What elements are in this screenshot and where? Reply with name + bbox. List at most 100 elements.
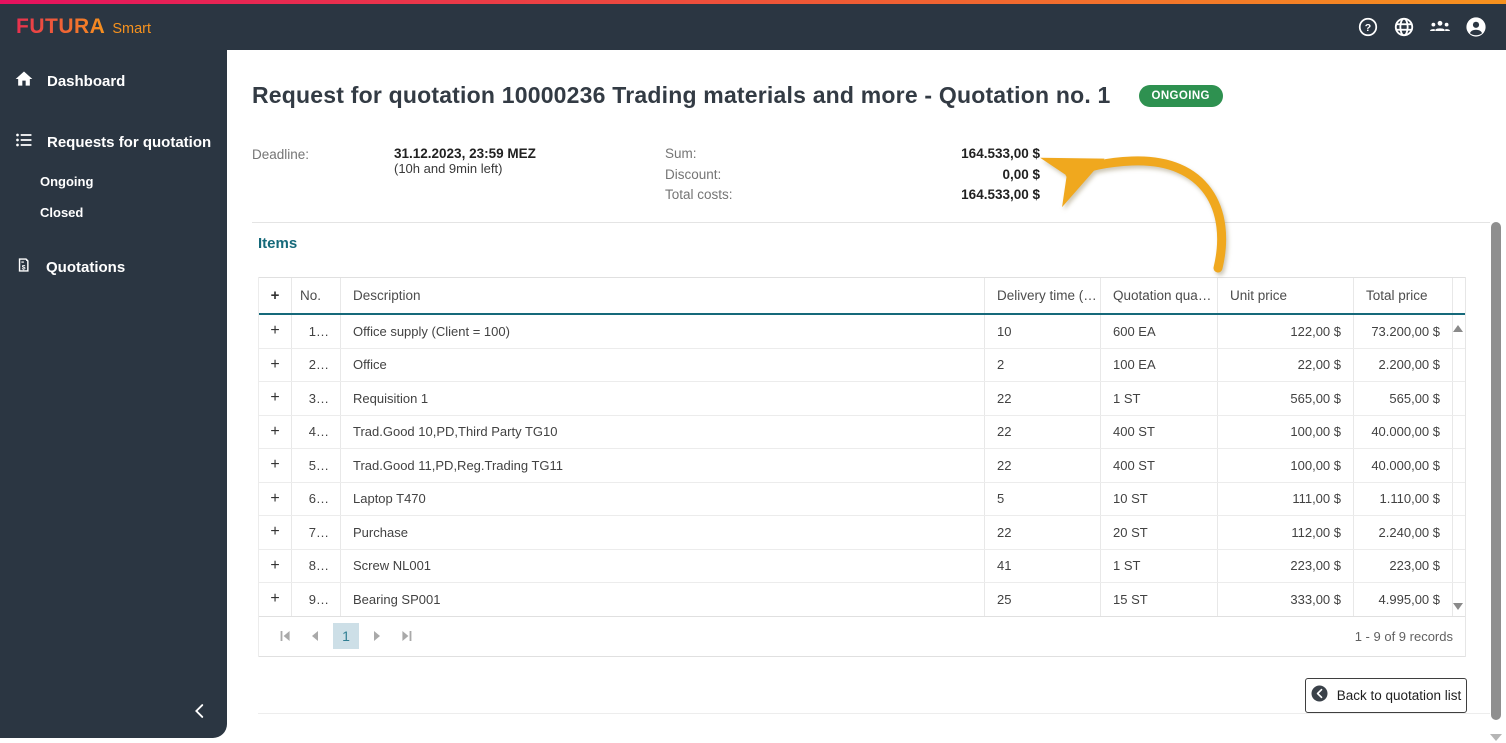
brand-suffix: Smart [112, 21, 151, 37]
row-expand-button[interactable]: + [259, 348, 292, 381]
sidebar-subitem-ongoing[interactable]: Ongoing [0, 166, 227, 197]
total-costs-value: 164.533,00 $ [961, 187, 1040, 202]
row-expand-button[interactable]: + [259, 382, 292, 415]
column-header-unit-price[interactable]: Unit price [1218, 278, 1354, 313]
table-row: +8… Screw NL001 41 1 ST 223,00 $223,00 $ [259, 549, 1465, 583]
table-scroll-up-icon[interactable] [1453, 325, 1463, 332]
column-header-description[interactable]: Description [341, 278, 985, 313]
row-delivery-time: 22 [985, 449, 1101, 482]
table-row: +6… Laptop T470 5 10 ST 111,00 $1.110,00 $ [259, 482, 1465, 516]
page-scrollbar-thumb[interactable] [1491, 222, 1501, 720]
row-scroll-spacer [1453, 382, 1465, 415]
row-expand-button[interactable]: + [259, 315, 292, 348]
row-quotation-quantity: 10 ST [1101, 482, 1218, 515]
table-scroll-down-icon[interactable] [1453, 603, 1463, 610]
next-page-icon[interactable] [365, 624, 389, 648]
row-unit-price: 122,00 $ [1218, 315, 1354, 348]
title-row: Request for quotation 10000236 Trading m… [252, 82, 1223, 109]
sidebar-item-quotations[interactable]: $ Quotations [0, 244, 227, 291]
sidebar-item-dashboard[interactable]: Dashboard [0, 58, 227, 105]
summary-row-sum: Sum: 164.533,00 $ [665, 146, 1040, 167]
row-unit-price: 223,00 $ [1218, 549, 1354, 582]
row-quotation-quantity: 400 ST [1101, 415, 1218, 448]
section-divider [252, 222, 1490, 223]
row-expand-button[interactable]: + [259, 415, 292, 448]
row-description: Office [341, 348, 985, 381]
column-header-no[interactable]: No. [292, 278, 341, 313]
row-delivery-time: 10 [985, 315, 1101, 348]
row-number: 5… [292, 449, 341, 482]
deadline-remaining: (10h and 9min left) [394, 161, 503, 176]
row-scroll-spacer [1453, 349, 1465, 382]
table-footer: 1 1 - 9 of 9 records [259, 617, 1465, 657]
summary-row-total-costs: Total costs: 164.533,00 $ [665, 187, 1040, 208]
row-total-price: 2.240,00 $ [1354, 516, 1453, 549]
previous-page-icon[interactable] [303, 624, 327, 648]
row-description: Bearing SP001 [341, 583, 985, 616]
discount-value: 0,00 $ [1002, 166, 1040, 182]
row-delivery-time: 22 [985, 382, 1101, 415]
column-header-delivery-time[interactable]: Delivery time (… [985, 278, 1101, 313]
row-description: Trad.Good 10,PD,Third Party TG10 [341, 415, 985, 448]
sidebar-item-requests-for-quotation[interactable]: Requests for quotation [0, 119, 227, 166]
home-icon [14, 69, 34, 94]
sidebar-collapse-button[interactable] [187, 700, 213, 726]
items-section-heading: Items [258, 235, 298, 252]
table-row: +2… Office 2 100 EA 22,00 $2.200,00 $ [259, 348, 1465, 382]
row-number: 1… [292, 315, 341, 348]
table-row: +1… Office supply (Client = 100) 10 600 EA 1… [259, 315, 1465, 349]
row-scroll-spacer [1453, 449, 1465, 482]
row-number: 4… [292, 415, 341, 448]
svg-text:$: $ [22, 264, 26, 271]
row-total-price: 40.000,00 $ [1354, 415, 1453, 448]
row-unit-price: 111,00 $ [1218, 482, 1354, 515]
table-row: +5… Trad.Good 11,PD,Reg.Trading TG11 22 400… [259, 449, 1465, 483]
row-total-price: 1.110,00 $ [1354, 482, 1453, 515]
quotation-receipt-icon: $ [14, 255, 33, 280]
row-number: 8… [292, 549, 341, 582]
row-unit-price: 333,00 $ [1218, 583, 1354, 616]
row-total-price: 565,00 $ [1354, 382, 1453, 415]
language-globe-icon[interactable] [1392, 15, 1416, 39]
row-scroll-spacer [1453, 416, 1465, 449]
row-delivery-time: 5 [985, 482, 1101, 515]
row-quotation-quantity: 20 ST [1101, 516, 1218, 549]
row-number: 2… [292, 348, 341, 381]
row-expand-button[interactable]: + [259, 516, 292, 549]
deadline-label: Deadline: [252, 147, 310, 162]
table-row: +9… Bearing SP001 25 15 ST 333,00 $4.995,00 … [259, 583, 1465, 617]
records-count: 1 - 9 of 9 records [1354, 628, 1453, 644]
current-page-button[interactable]: 1 [333, 623, 359, 649]
sidebar: Dashboard Requests for quotation Ongoing… [0, 50, 227, 738]
first-page-icon[interactable] [273, 624, 297, 648]
list-icon [14, 130, 34, 155]
row-total-price: 4.995,00 $ [1354, 583, 1453, 616]
last-page-icon[interactable] [395, 624, 419, 648]
row-number: 3… [292, 382, 341, 415]
account-icon[interactable] [1464, 15, 1488, 39]
chevron-left-icon [189, 699, 211, 728]
row-description: Screw NL001 [341, 549, 985, 582]
sidebar-subitem-closed[interactable]: Closed [0, 197, 227, 228]
brand-name: FUTURA [16, 15, 106, 38]
users-icon[interactable] [1428, 15, 1452, 39]
row-expand-button[interactable]: + [259, 482, 292, 515]
back-to-quotation-list-button[interactable]: Back to quotation list [1305, 678, 1467, 713]
column-header-total-price[interactable]: Total price [1354, 278, 1453, 313]
row-total-price: 73.200,00 $ [1354, 315, 1453, 348]
pagination: 1 [273, 623, 419, 649]
row-unit-price: 22,00 $ [1218, 348, 1354, 381]
help-icon[interactable]: ? [1356, 15, 1380, 39]
row-unit-price: 565,00 $ [1218, 382, 1354, 415]
row-quotation-quantity: 100 EA [1101, 348, 1218, 381]
sum-label: Sum: [665, 146, 697, 161]
table-row: +7… Purchase 22 20 ST 112,00 $2.240,00 $ [259, 516, 1465, 550]
row-delivery-time: 2 [985, 348, 1101, 381]
column-header-expand[interactable]: + [259, 278, 292, 313]
row-expand-button[interactable]: + [259, 583, 292, 616]
row-expand-button[interactable]: + [259, 549, 292, 582]
column-header-quotation-quantity[interactable]: Quotation qua… [1101, 278, 1218, 313]
row-description: Requisition 1 [341, 382, 985, 415]
page-scroll-down-icon[interactable] [1490, 734, 1502, 741]
row-expand-button[interactable]: + [259, 449, 292, 482]
